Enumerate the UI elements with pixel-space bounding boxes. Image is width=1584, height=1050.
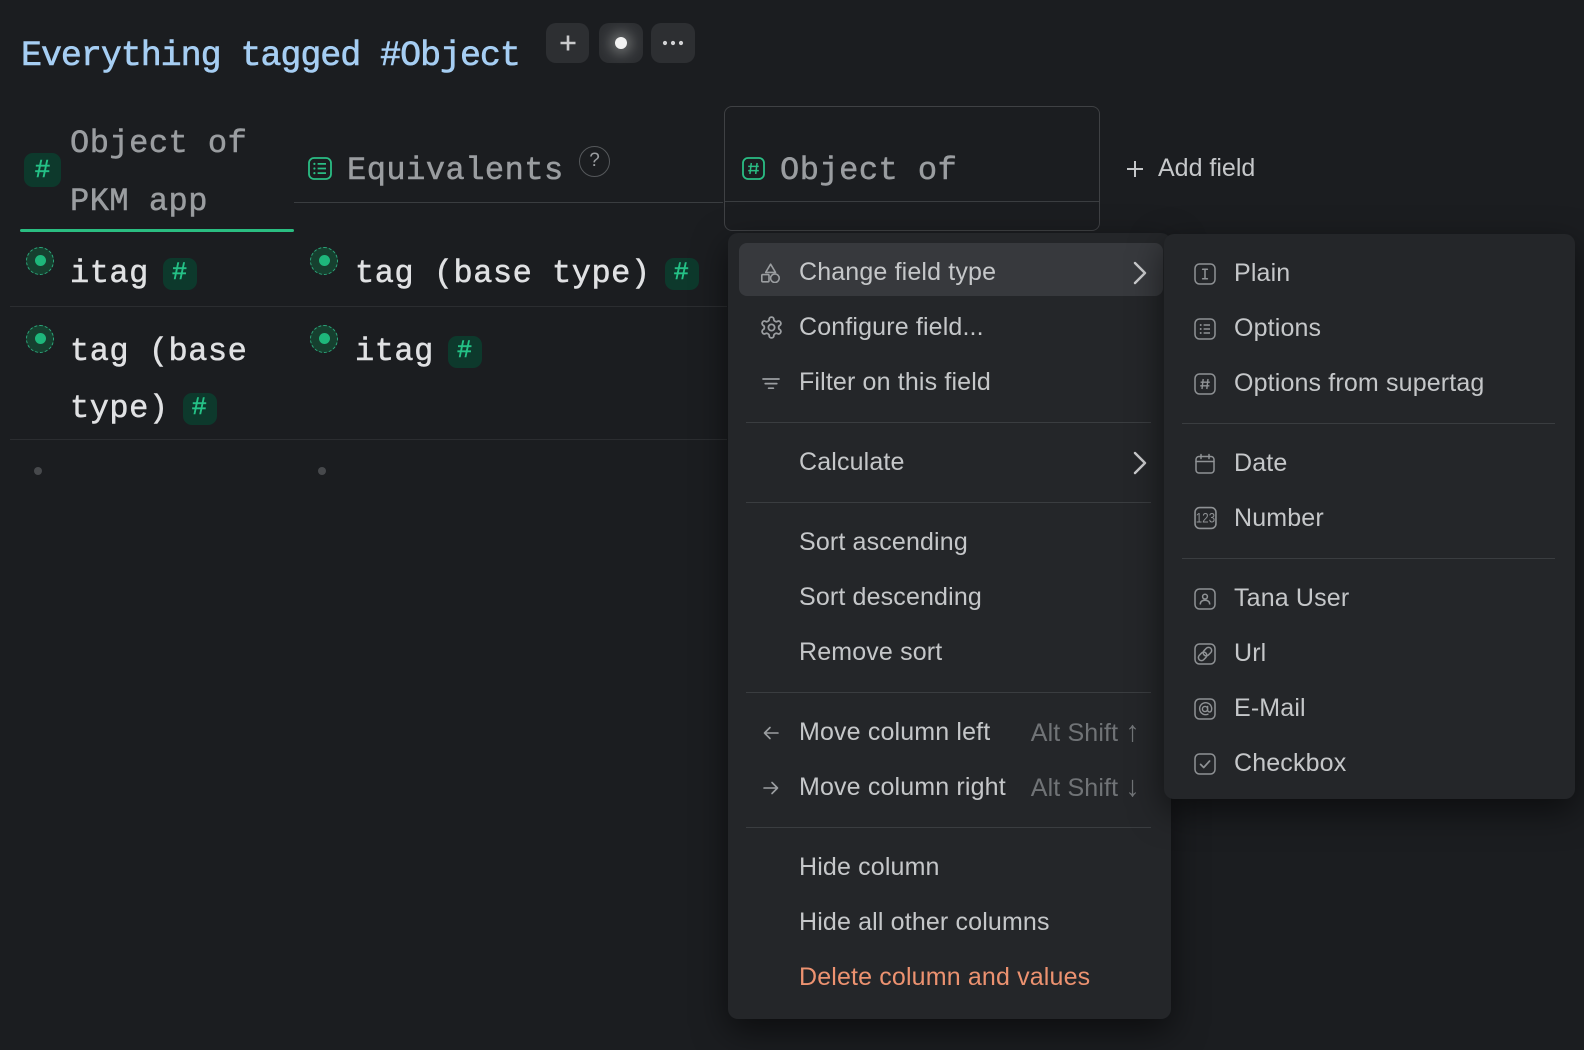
svg-text:123: 123 [1196,510,1215,525]
